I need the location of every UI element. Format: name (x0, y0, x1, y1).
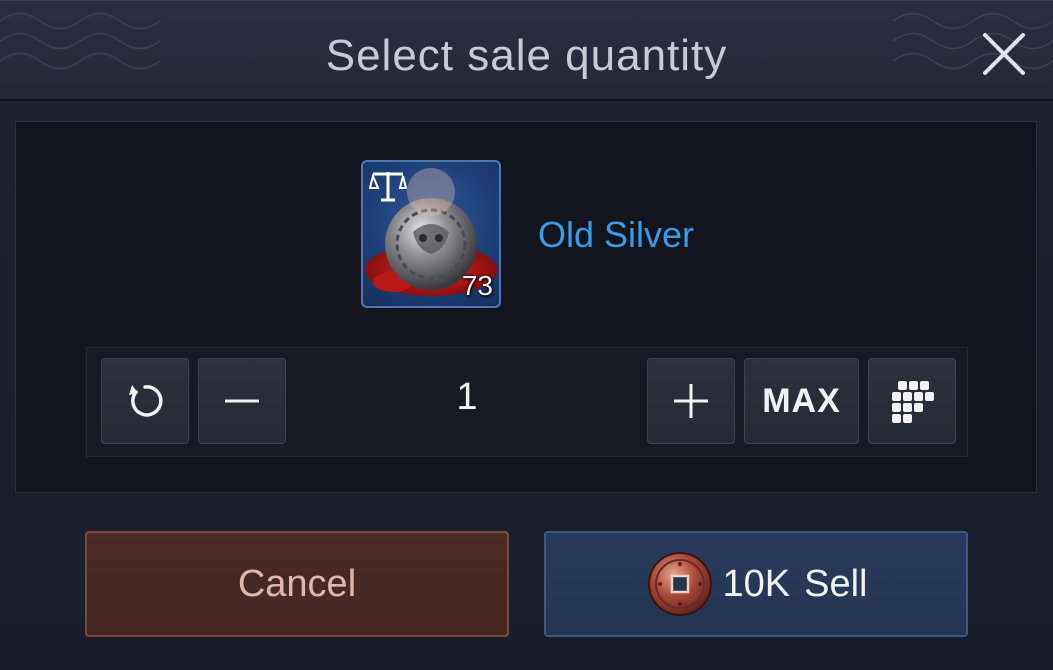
keypad-icon (892, 381, 934, 423)
reset-icon (129, 385, 163, 417)
dialog-title: Select sale quantity (325, 31, 728, 80)
minus-icon (225, 399, 259, 403)
decrease-button[interactable] (198, 358, 286, 444)
reset-button[interactable] (101, 358, 189, 444)
increase-button[interactable] (647, 358, 735, 444)
sell-price: 10K (722, 562, 791, 605)
copper-coin-icon (647, 552, 712, 616)
sell-button-label: Sell (804, 562, 868, 605)
close-button[interactable] (981, 31, 1027, 77)
max-button-label: MAX (762, 381, 841, 420)
quantity-stepper: 1 MAX (86, 347, 968, 457)
cancel-button-label: Cancel (237, 562, 357, 605)
item-name: Old Silver (538, 214, 695, 255)
quantity-value[interactable]: 1 (387, 376, 547, 419)
item-panel: 73 Old Silver 1 MAX (15, 121, 1037, 493)
item-count: 73 (461, 270, 493, 301)
keypad-button[interactable] (868, 358, 956, 444)
sell-quantity-dialog: Select sale quantity 73 Old Silver 1 MAX… (0, 0, 1053, 670)
dialog-header: Select sale quantity (0, 1, 1053, 101)
close-icon (983, 33, 1025, 75)
plus-icon (674, 384, 708, 418)
item-slot: 73 (361, 160, 501, 308)
sell-button[interactable]: 10K Sell (544, 531, 968, 637)
scale-icon (369, 172, 407, 202)
max-button[interactable]: MAX (744, 358, 859, 444)
cancel-button[interactable]: Cancel (85, 531, 509, 637)
